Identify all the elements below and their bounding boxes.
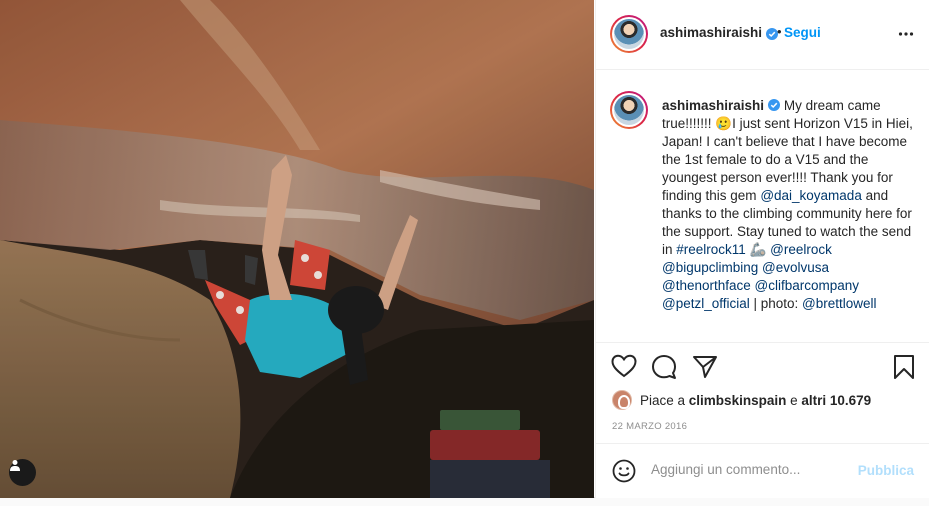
comment-bubble-icon[interactable]	[651, 354, 677, 380]
author-avatar[interactable]	[610, 15, 648, 53]
like-heart-icon[interactable]	[611, 354, 637, 378]
caption-username[interactable]: ashimashiraishi	[662, 98, 764, 113]
post-side-panel: ashimashiraishi • Segui ashimashiraishi …	[595, 0, 929, 498]
emoji-icon[interactable]	[612, 459, 636, 483]
post-header: ashimashiraishi • Segui	[596, 0, 929, 70]
mention-link[interactable]: @thenorthface	[662, 278, 751, 293]
share-paper-plane-icon[interactable]	[692, 354, 718, 380]
caption-text-part: 🦾	[745, 242, 771, 257]
climbing-photo	[0, 0, 594, 498]
publish-button[interactable]: Pubblica	[858, 463, 914, 478]
mention-link[interactable]: @petzl_official	[662, 296, 750, 311]
caption-author-avatar[interactable]	[610, 91, 648, 129]
comment-input[interactable]	[651, 462, 851, 477]
verified-badge-icon	[768, 99, 781, 111]
mention-link[interactable]: @bigupclimbing	[662, 260, 758, 275]
hashtag-link[interactable]: #reelrock11	[676, 242, 746, 257]
post-caption: ashimashiraishi My dream came true!!!!!!…	[596, 71, 929, 343]
mention-link[interactable]: @reelrock	[770, 242, 832, 257]
tagged-user-button[interactable]	[9, 459, 36, 486]
follow-button[interactable]: Segui	[784, 25, 821, 40]
caption-text: ashimashiraishi My dream came true!!!!!!…	[662, 97, 914, 313]
likes-prefix: Piace a	[640, 392, 686, 408]
caption-text-part: | photo:	[749, 296, 803, 311]
user-icon	[10, 460, 20, 471]
author-username[interactable]: ashimashiraishi	[660, 25, 762, 40]
more-options-icon[interactable]	[898, 24, 914, 44]
likes-others-link[interactable]: altri 10.679	[801, 393, 871, 408]
save-bookmark-icon[interactable]	[893, 354, 915, 380]
mention-link[interactable]: @brettlowell	[802, 296, 876, 311]
action-bar	[596, 350, 929, 384]
liker-username[interactable]: climbskinspain	[689, 393, 787, 408]
mention-link[interactable]: @clifbarcompany	[755, 278, 860, 293]
mention-link[interactable]: @dai_koyamada	[760, 188, 862, 203]
likes-middle: e	[790, 392, 798, 408]
separator-dot: •	[777, 24, 782, 39]
post-date[interactable]: 22 MARZO 2016	[612, 421, 687, 432]
mention-link[interactable]: @evolvusa	[762, 260, 829, 275]
liker-avatar[interactable]	[612, 390, 632, 410]
instagram-post: ashimashiraishi • Segui ashimashiraishi …	[0, 0, 929, 498]
post-photo[interactable]	[0, 0, 594, 498]
comment-composer: Pubblica	[596, 443, 929, 498]
likes-summary: Piace a climbskinspain e altri 10.679	[612, 389, 871, 411]
